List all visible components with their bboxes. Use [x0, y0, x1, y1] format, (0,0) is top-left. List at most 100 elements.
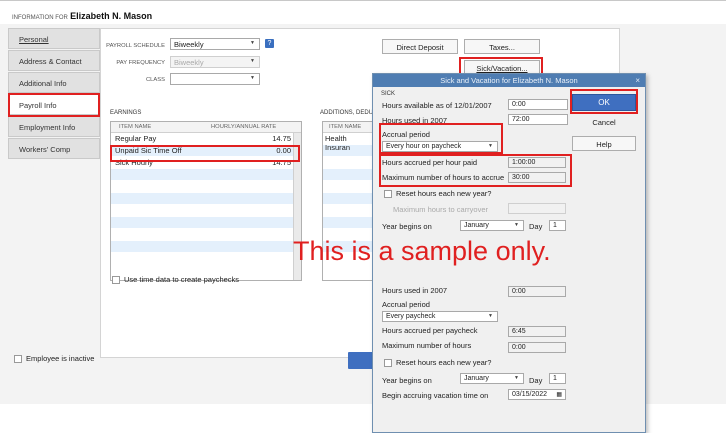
employee-inactive-label: Employee is inactive — [26, 354, 95, 363]
additions-header: ITEM NAME — [323, 122, 373, 133]
cancel-button[interactable]: Cancel — [572, 115, 636, 130]
sick-carryover-input — [508, 203, 566, 214]
vacation-reset-checkbox[interactable] — [384, 359, 392, 367]
vacation-day-label: Day — [529, 376, 543, 385]
accrual-period-highlight — [379, 123, 503, 154]
taxes-button[interactable]: Taxes... — [464, 39, 540, 54]
sick-hours-used-input[interactable]: 72:00 — [508, 114, 568, 125]
earnings-section-label: EARNINGS — [110, 110, 142, 116]
vacation-hours-used-input[interactable]: 0:00 — [508, 286, 566, 297]
tab-workers-comp[interactable]: Workers' Comp — [8, 138, 100, 159]
additions-row[interactable]: Health Insuran — [323, 133, 373, 152]
help-button[interactable]: Help — [572, 136, 636, 151]
hours-available-input[interactable]: 0:00 — [508, 99, 568, 110]
hours-accrued-highlight — [379, 154, 572, 187]
vacation-hours-accrued-input[interactable]: 6:45 — [508, 326, 566, 337]
payroll-schedule-label: PAYROLL SCHEDULE — [106, 43, 165, 49]
sick-section-label: SICK — [381, 91, 396, 97]
vacation-reset-label: Reset hours each new year? — [396, 358, 492, 367]
tab-label: Workers' Comp — [19, 145, 71, 154]
tab-label: Personal — [19, 35, 49, 44]
additions-col-item: ITEM NAME — [329, 124, 362, 130]
class-label: CLASS — [145, 77, 165, 83]
close-icon[interactable]: × — [635, 76, 640, 85]
vacation-year-begins-label: Year begins on — [382, 376, 432, 385]
sick-year-begins-label: Year begins on — [382, 222, 432, 231]
tab-label: Employment Info — [19, 123, 76, 132]
calendar-icon[interactable]: ▦ — [556, 391, 562, 398]
sick-reset-label: Reset hours each new year? — [396, 189, 492, 198]
dialog-titlebar: Sick and Vacation for Elizabeth N. Mason… — [373, 74, 645, 87]
dialog-title: Sick and Vacation for Elizabeth N. Mason — [440, 76, 578, 85]
vacation-month-value: January — [464, 375, 489, 382]
tab-label: Additional Info — [19, 79, 67, 88]
taxes-label: Taxes... — [489, 43, 515, 52]
begin-accruing-value: 03/15/2022 — [512, 391, 548, 398]
sick-reset-checkbox[interactable] — [384, 190, 392, 198]
tab-label: Address & Contact — [19, 57, 82, 66]
additions-row[interactable] — [323, 181, 373, 193]
begin-accruing-label: Begin accruing vacation time on — [382, 391, 489, 400]
employee-header: INFORMATION FOR Elizabeth N. Mason — [12, 11, 152, 21]
cancel-label: Cancel — [592, 118, 616, 127]
earnings-header: ITEM NAME HOURLY/ANNUAL RATE — [111, 122, 301, 133]
info-label: INFORMATION FOR — [12, 15, 68, 21]
earnings-col-item: ITEM NAME — [119, 124, 152, 130]
unpaid-sick-highlight — [110, 145, 300, 162]
vacation-hours-used-label: Hours used in 2007 — [382, 286, 448, 295]
sick-month-value: January — [464, 222, 489, 229]
employee-name: Elizabeth N. Mason — [70, 11, 153, 21]
earnings-row[interactable] — [111, 181, 301, 193]
top-border — [0, 0, 726, 1]
earnings-row[interactable] — [111, 169, 301, 181]
vacation-day-input[interactable]: 1 — [549, 373, 566, 384]
tab-personal[interactable]: Personal — [8, 28, 100, 49]
vacation-max-hours-input[interactable]: 0:00 — [508, 342, 566, 353]
tab-employment-info[interactable]: Employment Info — [8, 116, 100, 137]
class-select[interactable] — [170, 73, 260, 85]
earnings-row[interactable] — [111, 253, 301, 265]
vacation-accrual-period-select[interactable]: Every paycheck — [382, 311, 498, 322]
earnings-row[interactable] — [111, 193, 301, 205]
earnings-item-rate: 14.75 — [272, 134, 291, 143]
direct-deposit-label: Direct Deposit — [396, 43, 444, 52]
payroll-schedule-value: Biweekly — [174, 40, 204, 49]
pay-frequency-value: Biweekly — [174, 58, 204, 67]
additions-row[interactable] — [323, 169, 373, 181]
additions-row[interactable] — [323, 157, 373, 169]
sick-month-select[interactable]: January — [460, 220, 524, 231]
additions-row[interactable] — [323, 217, 373, 229]
employee-inactive-checkbox[interactable] — [14, 355, 22, 363]
vacation-accrual-period-value: Every paycheck — [386, 313, 436, 320]
help-label: Help — [596, 140, 612, 149]
sample-watermark: This is a sample only. — [293, 236, 551, 266]
earnings-item-name: Regular Pay — [115, 134, 157, 143]
help-icon[interactable]: ? — [265, 39, 274, 48]
sick-carryover-label: Maximum hours to carryover — [393, 205, 489, 214]
use-time-data-checkbox[interactable] — [112, 276, 120, 284]
additions-row[interactable] — [323, 205, 373, 217]
sick-day-label: Day — [529, 222, 543, 231]
earnings-row[interactable] — [111, 217, 301, 229]
tab-address-contact[interactable]: Address & Contact — [8, 50, 100, 71]
vacation-hours-accrued-label: Hours accrued per paycheck — [382, 326, 478, 335]
hours-available-label: Hours available as of 12/01/2007 — [382, 101, 492, 110]
direct-deposit-button[interactable]: Direct Deposit — [382, 39, 458, 54]
earnings-col-rate: HOURLY/ANNUAL RATE — [211, 124, 277, 130]
vacation-accrual-period-label: Accrual period — [382, 300, 430, 309]
earnings-row[interactable]: Regular Pay 14.75 — [111, 133, 301, 145]
pay-frequency-select: Biweekly — [170, 56, 260, 68]
earnings-row[interactable] — [111, 205, 301, 217]
tab-additional-info[interactable]: Additional Info — [8, 72, 100, 93]
payroll-schedule-select[interactable]: Biweekly — [170, 38, 260, 50]
vacation-month-select[interactable]: January — [460, 373, 524, 384]
sick-day-input[interactable]: 1 — [549, 220, 566, 231]
earnings-row[interactable] — [111, 241, 301, 253]
ok-highlight — [570, 89, 638, 114]
vacation-max-hours-label: Maximum number of hours — [382, 341, 472, 350]
additions-row[interactable] — [323, 193, 373, 205]
additions-item-name: Health Insuran — [325, 134, 351, 152]
payroll-tab-highlight — [8, 93, 100, 117]
earnings-row[interactable] — [111, 229, 301, 241]
begin-accruing-input[interactable]: 03/15/2022 ▦ — [508, 389, 566, 400]
